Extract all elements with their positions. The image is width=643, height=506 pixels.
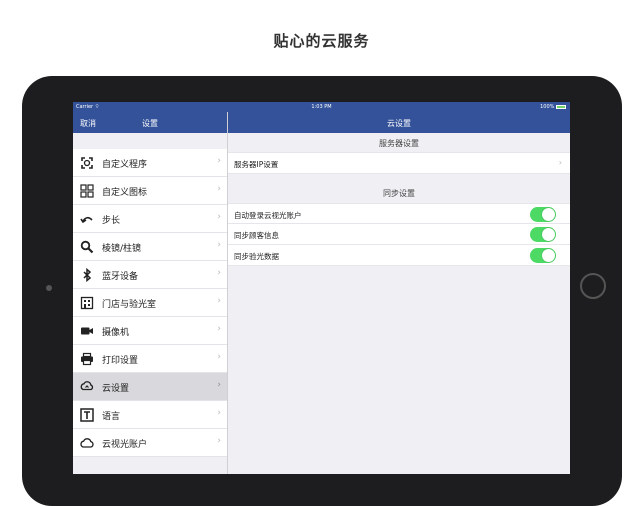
- battery-label: 100%: [540, 104, 555, 110]
- caption-title: 贴心的云服务: [273, 32, 370, 50]
- sync-row-customer-info: 同步顾客信息: [228, 224, 570, 245]
- grid-icon: [80, 184, 94, 198]
- sidebar-item-camera[interactable]: 摄像机 ›: [73, 317, 227, 345]
- sidebar-item-store[interactable]: 门店与验光室 ›: [73, 289, 227, 317]
- chevron-right-icon: ›: [558, 158, 562, 167]
- chevron-right-icon: ›: [217, 324, 221, 334]
- chevron-right-icon: ›: [217, 380, 221, 390]
- chevron-right-icon: ›: [217, 352, 221, 362]
- chevron-right-icon: ›: [217, 184, 221, 194]
- optometry-data-label: 同步验光数据: [234, 252, 279, 261]
- right-nav-bar: 云设置: [228, 112, 570, 133]
- sidebar-item-label: 打印设置: [102, 356, 139, 366]
- server-ip-label: 服务器IP设置: [234, 160, 279, 169]
- front-camera: [46, 285, 52, 291]
- settings-sidebar: 自定义程序 › 自定义图标 › 步长 › 棱镜/柱镜 › 蓝牙设备 › 门店与验…: [73, 133, 227, 474]
- sidebar-item-label: 自定义图标: [102, 188, 148, 198]
- cloud-settings-panel: 服务器设置 服务器IP设置 › 同步设置 自动登录云视光账户 同步顾客信息 同步…: [228, 133, 570, 474]
- chevron-right-icon: ›: [217, 436, 221, 446]
- printer-icon: [80, 352, 94, 366]
- bluetooth-icon: [80, 267, 94, 283]
- sidebar-item-prism[interactable]: 棱镜/柱镜 ›: [73, 233, 227, 261]
- sidebar-item-label: 语言: [102, 412, 121, 422]
- sidebar-item-step[interactable]: 步长 ›: [73, 205, 227, 233]
- status-bar: Carrier ⌔ 1:03 PM 100%: [73, 102, 570, 112]
- sidebar-item-label: 自定义程序: [102, 160, 148, 170]
- chevron-right-icon: ›: [217, 156, 221, 166]
- search-icon: [80, 240, 94, 254]
- sidebar-item-cloud-account[interactable]: 云视光账户 ›: [73, 429, 227, 457]
- customer-info-label: 同步顾客信息: [234, 231, 279, 240]
- sync-row-optometry-data: 同步验光数据: [228, 245, 570, 266]
- status-time: 1:03 PM: [311, 104, 332, 110]
- server-ip-row[interactable]: 服务器IP设置 ›: [228, 152, 570, 174]
- screen: Carrier ⌔ 1:03 PM 100% 取消 设置 云设置 自定义程序 ›…: [73, 102, 570, 474]
- custom-program-icon: [80, 156, 94, 170]
- sidebar-item-custom-program[interactable]: 自定义程序 ›: [73, 149, 227, 177]
- step-arrow-icon: [80, 212, 94, 226]
- sync-row-auto-login: 自动登录云视光账户: [228, 203, 570, 224]
- toggle-knob: [542, 208, 555, 221]
- sidebar-item-label: 棱镜/柱镜: [102, 244, 142, 254]
- server-section-header: 服务器设置: [379, 139, 419, 148]
- optometry-data-toggle[interactable]: [530, 248, 556, 263]
- camera-icon: [80, 324, 94, 338]
- settings-menu: 自定义程序 › 自定义图标 › 步长 › 棱镜/柱镜 › 蓝牙设备 › 门店与验…: [73, 149, 227, 457]
- chevron-right-icon: ›: [217, 408, 221, 418]
- customer-info-toggle[interactable]: [530, 227, 556, 242]
- chevron-right-icon: ›: [217, 268, 221, 278]
- chevron-right-icon: ›: [217, 212, 221, 222]
- sidebar-item-label: 云视光账户: [102, 440, 148, 450]
- sidebar-item-label: 云设置: [102, 384, 130, 394]
- sidebar-item-label: 摄像机: [102, 328, 130, 338]
- sidebar-item-bluetooth[interactable]: 蓝牙设备 ›: [73, 261, 227, 289]
- cloud-icon: [80, 436, 94, 450]
- right-nav-title: 云设置: [387, 119, 411, 128]
- chevron-right-icon: ›: [217, 240, 221, 250]
- sidebar-item-language[interactable]: 语言 ›: [73, 401, 227, 429]
- sidebar-item-label: 步长: [102, 216, 121, 226]
- toggle-knob: [542, 249, 555, 262]
- sidebar-item-label: 蓝牙设备: [102, 272, 139, 282]
- sidebar-item-custom-icon[interactable]: 自定义图标 ›: [73, 177, 227, 205]
- toggle-knob: [542, 228, 555, 241]
- sidebar-item-cloud-settings[interactable]: 云设置 ›: [73, 373, 227, 401]
- sidebar-item-print[interactable]: 打印设置 ›: [73, 345, 227, 373]
- text-icon: [80, 408, 94, 422]
- battery-icon: [556, 104, 566, 109]
- auto-login-label: 自动登录云视光账户: [234, 211, 302, 220]
- auto-login-toggle[interactable]: [530, 207, 556, 222]
- left-nav-bar: 取消 设置: [73, 112, 227, 133]
- home-button[interactable]: [580, 273, 606, 299]
- cloud-sync-icon: [80, 380, 94, 394]
- chevron-right-icon: ›: [217, 296, 221, 306]
- left-nav-title: 设置: [142, 119, 158, 128]
- sidebar-item-label: 门店与验光室: [102, 300, 157, 310]
- store-icon: [80, 296, 94, 310]
- sync-section-header: 同步设置: [383, 189, 415, 198]
- status-battery: 100%: [540, 104, 566, 110]
